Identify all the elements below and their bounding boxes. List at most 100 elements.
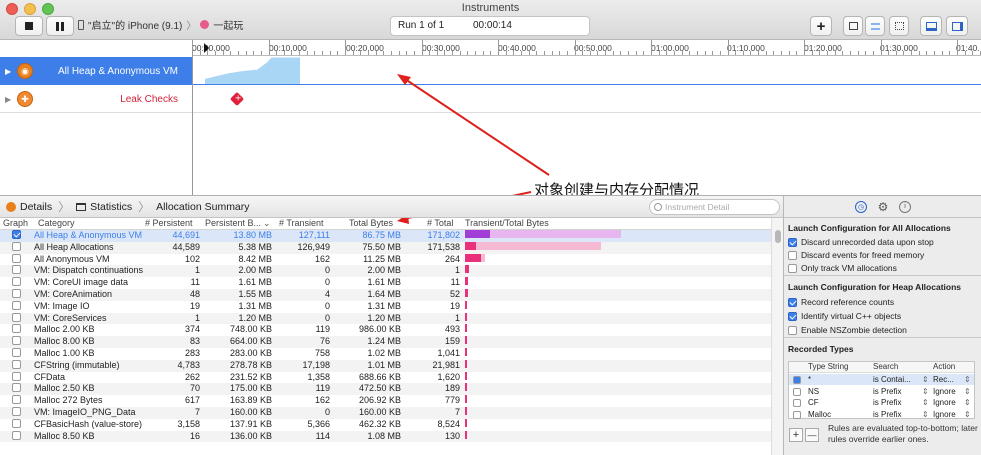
table-row[interactable]: CFString (immutable) 4,783 278.78 KB 17,198… — [0, 359, 771, 372]
action-popup-icon[interactable]: ⇕ — [964, 374, 971, 385]
total-bytes-cell: 472.50 KB — [358, 383, 401, 394]
table-row[interactable]: Malloc 1.00 KB 283 283.00 KB 758 1.02 MB 1,04… — [0, 348, 771, 360]
scroll-thumb[interactable] — [775, 230, 781, 243]
graph-checkbox[interactable] — [12, 289, 21, 298]
col-persistent-bytes[interactable]: Persistent B... — [205, 218, 261, 228]
table-row[interactable]: All Anonymous VM 102 8.42 MB 162 11.25 MB 264 — [0, 253, 771, 266]
gear-icon[interactable]: ⚙ — [877, 200, 889, 214]
search-popup-icon[interactable]: ⇕ — [922, 386, 929, 397]
table-row[interactable]: All Heap & Anonymous VM 44,691 13.80 MB 127… — [0, 230, 771, 242]
table-row[interactable]: Malloc 8.50 KB 16 136.00 KB 114 1.08 MB 130 — [0, 430, 771, 443]
graph-checkbox[interactable] — [12, 348, 21, 357]
checkbox[interactable] — [788, 325, 797, 335]
table-row[interactable]: VM: Dispatch continuations 1 2.00 MB 0 2.00 … — [0, 265, 771, 278]
checkbox[interactable] — [788, 311, 797, 321]
breadcrumb-summary[interactable]: Allocation Summary — [150, 201, 255, 213]
action-popup-icon[interactable]: ⇕ — [964, 397, 971, 408]
option-discard-unrecorded[interactable]: Discard unrecorded data upon stop — [788, 237, 934, 247]
option-only-vm[interactable]: Only track VM allocations — [788, 263, 897, 273]
table-row[interactable]: VM: Image IO 19 1.31 MB 0 1.31 MB 19 — [0, 300, 771, 313]
allocation-table[interactable]: All Heap & Anonymous VM 44,691 13.80 MB 127… — [0, 230, 771, 455]
table-row[interactable]: Malloc 2.50 KB 70 175.00 KB 119 472.50 KB 189 — [0, 383, 771, 396]
col-transient[interactable]: # Transient — [279, 218, 324, 228]
graph-checkbox[interactable] — [12, 300, 21, 310]
recorded-type-row[interactable]: CF is Prefix Ignore ⇕ ⇕ — [789, 397, 974, 408]
graph-checkbox[interactable] — [12, 277, 21, 287]
checkbox[interactable] — [788, 237, 797, 247]
breadcrumb-details[interactable]: Details — [0, 201, 58, 213]
table-row[interactable]: VM: CoreAnimation 48 1.55 MB 4 1.64 MB 52 — [0, 289, 771, 301]
info-icon[interactable]: i — [899, 200, 911, 213]
recorded-type-row[interactable]: Malloc is Prefix Ignore ⇕ ⇕ — [789, 409, 974, 420]
col-action[interactable]: Action — [933, 362, 955, 371]
checkbox[interactable] — [788, 297, 797, 307]
search-cell[interactable]: is Prefix — [873, 386, 901, 397]
recorded-types-table[interactable]: Type String Search Action * is Contai... R… — [788, 361, 975, 419]
search-popup-icon[interactable]: ⇕ — [922, 397, 929, 408]
add-type-button[interactable]: + — [789, 428, 803, 442]
search-cell[interactable]: is Prefix — [873, 397, 901, 408]
graph-checkbox[interactable] — [12, 383, 21, 393]
checkbox[interactable] — [793, 376, 801, 384]
graph-checkbox[interactable] — [12, 418, 21, 428]
checkbox[interactable] — [793, 387, 801, 396]
table-row[interactable]: Malloc 2.00 KB 374 748.00 KB 119 986.00 KB 49… — [0, 324, 771, 336]
graph-checkbox[interactable] — [12, 253, 21, 263]
graph-checkbox[interactable] — [12, 407, 21, 416]
graph-checkbox[interactable] — [12, 336, 21, 346]
instrument-detail-search[interactable]: Instrument Detail — [649, 199, 780, 215]
action-cell[interactable]: Ignore — [933, 409, 956, 420]
table-row[interactable]: VM: CoreUI image data 11 1.61 MB 0 1.61 MB 11 — [0, 277, 771, 289]
table-row[interactable]: All Heap Allocations 44,589 5.38 MB 126,949… — [0, 241, 771, 254]
checkbox[interactable] — [788, 250, 797, 260]
search-cell[interactable]: is Prefix — [873, 409, 901, 420]
search-cell[interactable]: is Contai... — [873, 374, 911, 385]
graph-checkbox[interactable] — [12, 430, 21, 440]
recorded-type-row[interactable]: * is Contai... Rec... ⇕ ⇕ — [789, 374, 974, 385]
checkbox[interactable] — [788, 263, 797, 273]
transient-cell: 114 — [315, 430, 330, 441]
search-popup-icon[interactable]: ⇕ — [922, 374, 929, 385]
action-cell[interactable]: Ignore — [933, 386, 956, 397]
table-row[interactable]: Malloc 8.00 KB 83 664.00 KB 76 1.24 MB 159 — [0, 336, 771, 348]
sort-chevron-icon[interactable]: ⌄ — [263, 218, 271, 229]
graph-checkbox[interactable] — [12, 312, 21, 322]
graph-checkbox[interactable] — [12, 265, 21, 275]
breadcrumb-statistics[interactable]: Statistics — [70, 201, 138, 213]
table-scrollbar[interactable] — [771, 218, 783, 455]
action-cell[interactable]: Ignore — [933, 397, 956, 408]
action-cell[interactable]: Rec... — [933, 374, 954, 385]
col-type-string[interactable]: Type String — [808, 362, 848, 371]
option-nszombie[interactable]: Enable NSZombie detection — [788, 325, 907, 335]
col-total-bytes[interactable]: Total Bytes — [349, 218, 393, 228]
action-popup-icon[interactable]: ⇕ — [964, 386, 971, 397]
col-category[interactable]: Category — [38, 218, 75, 228]
graph-checkbox[interactable] — [12, 395, 21, 405]
graph-checkbox[interactable] — [12, 241, 21, 251]
table-row[interactable]: VM: CoreServices 1 1.20 MB 0 1.20 MB 1 — [0, 312, 771, 325]
remove-type-button[interactable]: — — [805, 428, 819, 442]
col-persistent[interactable]: # Persistent — [145, 218, 193, 228]
recorded-type-row[interactable]: NS is Prefix Ignore ⇕ ⇕ — [789, 386, 974, 397]
search-popup-icon[interactable]: ⇕ — [922, 409, 929, 420]
col-graph[interactable]: Graph — [3, 218, 28, 228]
option-identify-cpp[interactable]: Identify virtual C++ objects — [788, 311, 901, 321]
table-row[interactable]: CFData 262 231.52 KB 1,358 688.66 KB 1,620 — [0, 371, 771, 384]
table-row[interactable]: VM: ImageIO_PNG_Data 7 160.00 KB 0 160.00 KB… — [0, 407, 771, 419]
option-record-refcounts[interactable]: Record reference counts — [788, 297, 894, 307]
record-settings-icon[interactable]: ◷ — [855, 200, 867, 213]
table-row[interactable]: CFBasicHash (value-store) 3,158 137.91 KB 5… — [0, 418, 771, 431]
table-row[interactable]: Malloc 272 Bytes 617 163.89 KB 162 206.92 KB… — [0, 395, 771, 407]
total-bytes-cell: 462.32 KB — [358, 418, 401, 429]
option-discard-freed[interactable]: Discard events for freed memory — [788, 250, 924, 260]
col-total[interactable]: # Total — [427, 218, 453, 228]
checkbox[interactable] — [793, 399, 801, 407]
checkbox[interactable] — [793, 410, 801, 419]
col-search[interactable]: Search — [873, 362, 898, 371]
action-popup-icon[interactable]: ⇕ — [964, 409, 971, 420]
graph-checkbox[interactable] — [12, 371, 21, 381]
graph-checkbox[interactable] — [12, 324, 21, 334]
col-transient-total[interactable]: Transient/Total Bytes — [465, 218, 549, 228]
graph-checkbox[interactable] — [12, 230, 21, 239]
graph-checkbox[interactable] — [12, 359, 21, 369]
